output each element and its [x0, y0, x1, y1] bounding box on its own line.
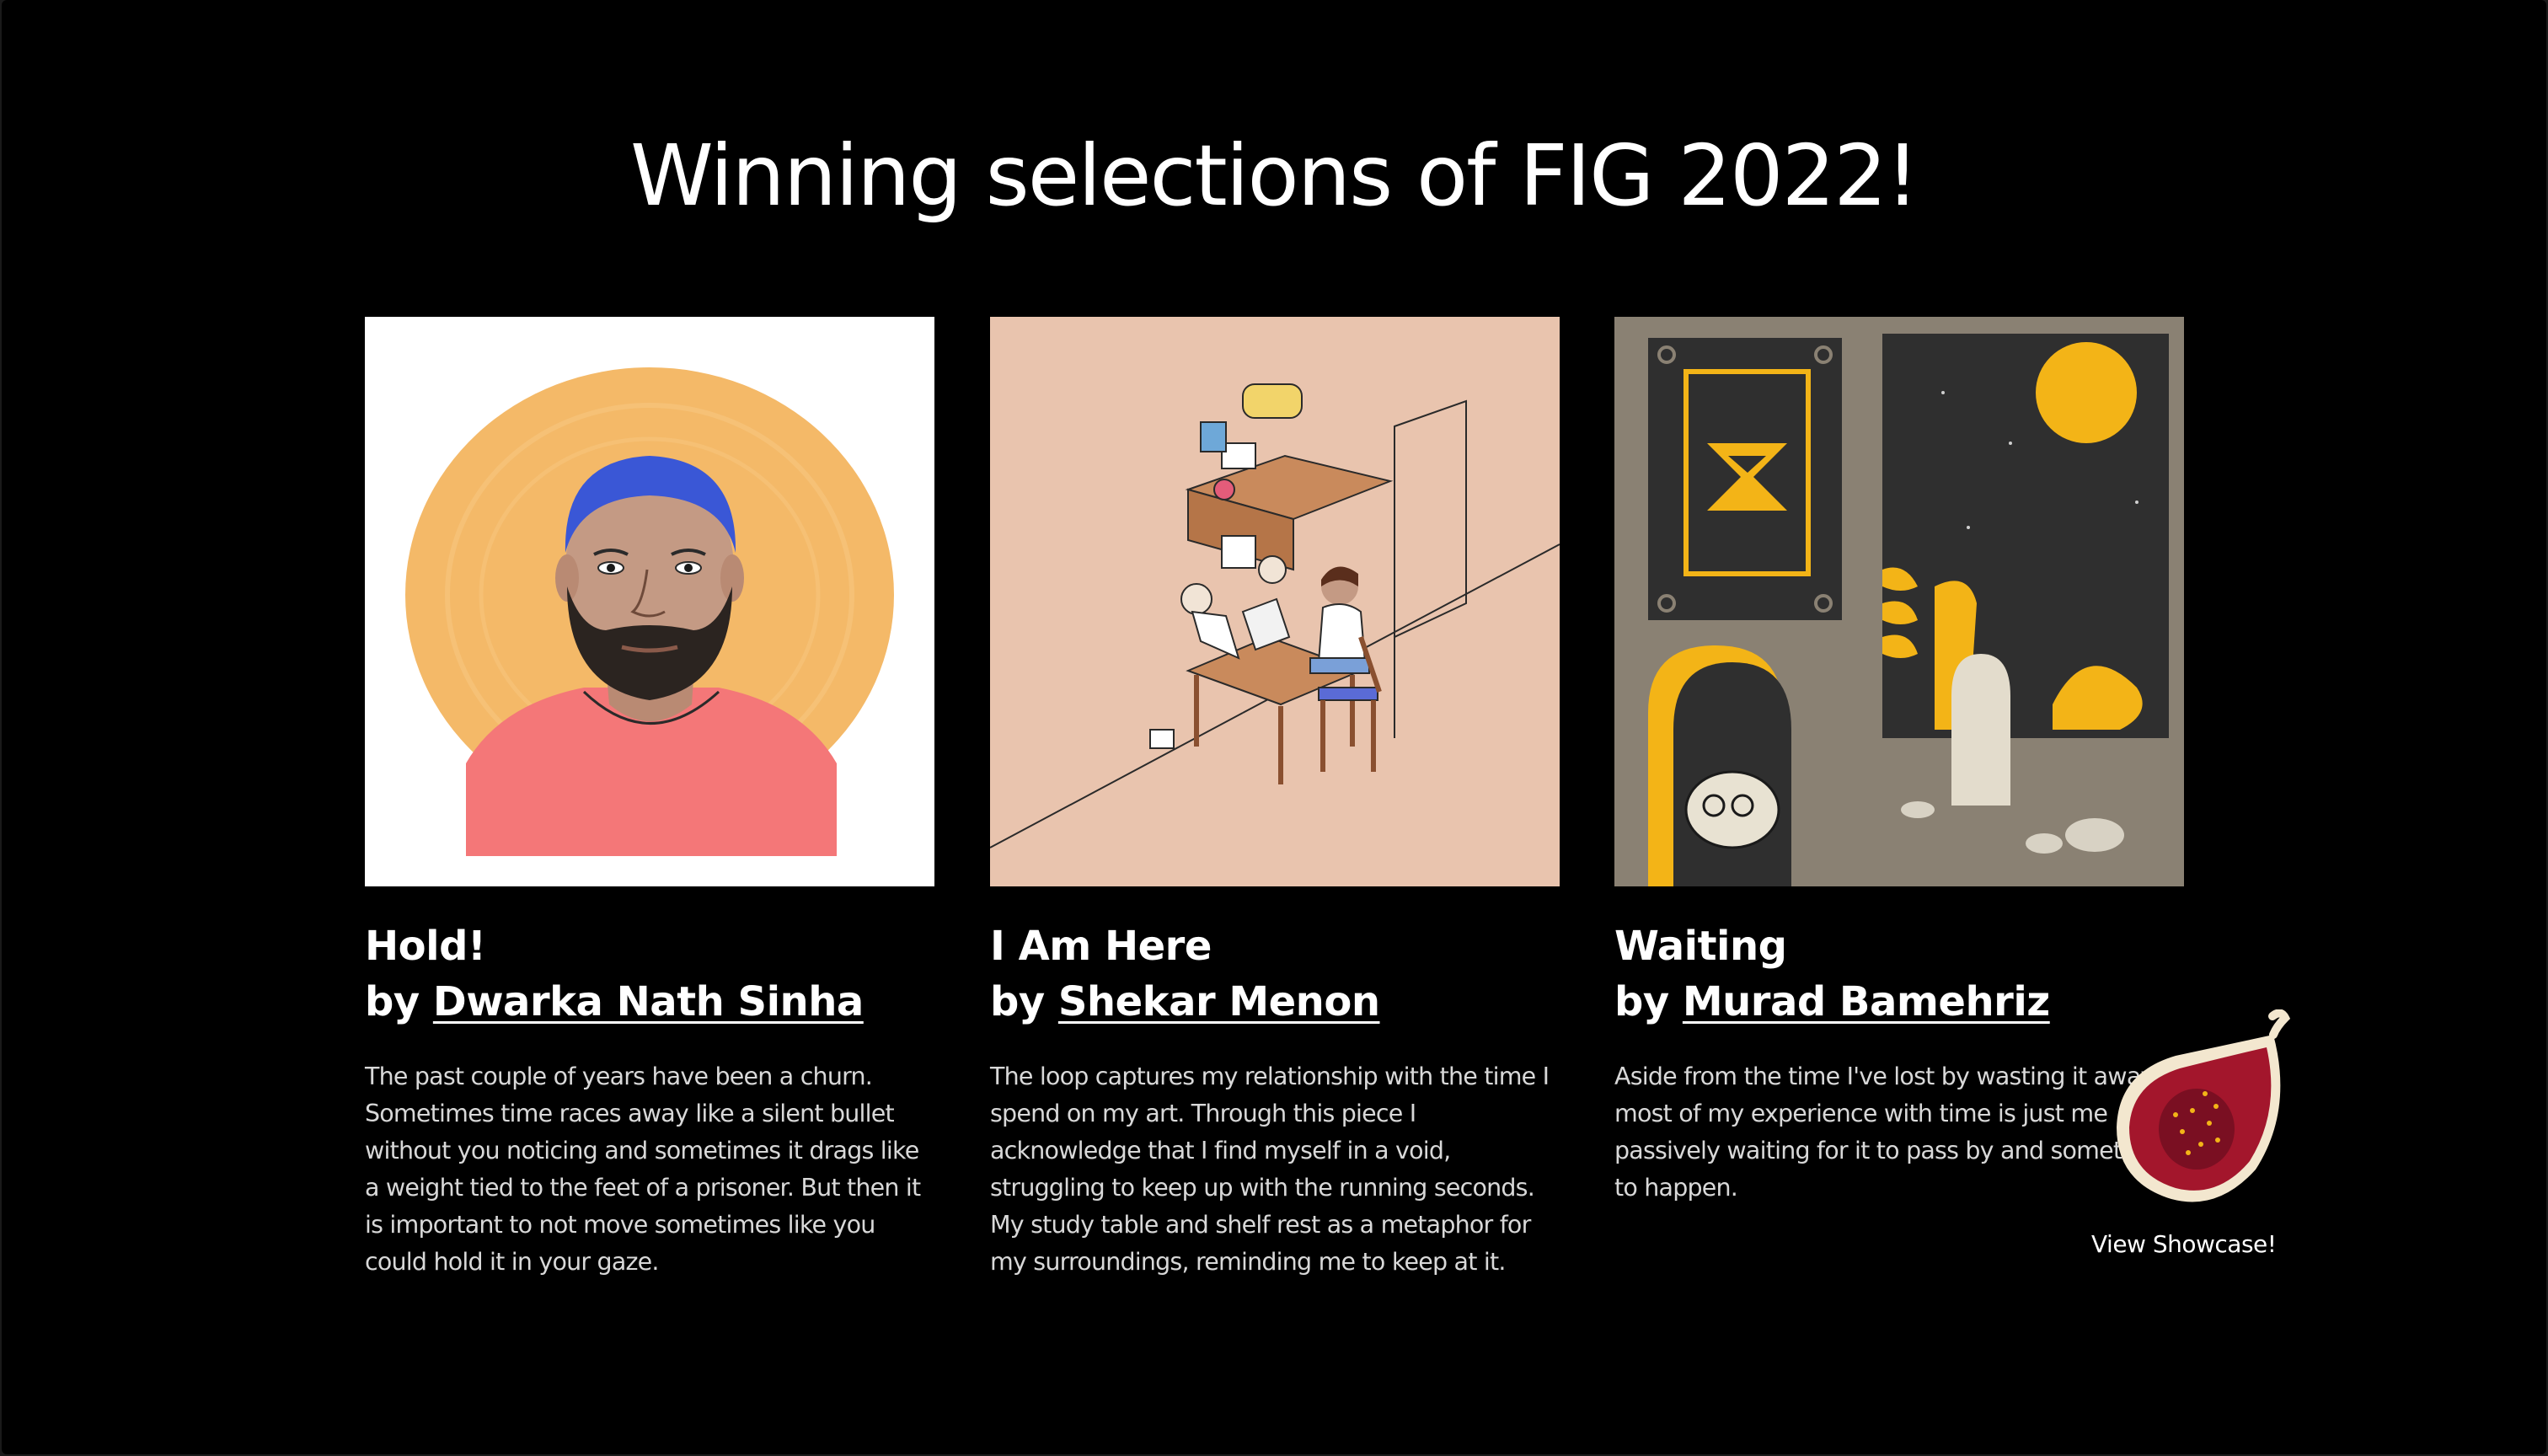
artist-link[interactable]: Murad Bamehriz [1683, 978, 2050, 1025]
artwork-image-hourglass[interactable] [1614, 317, 2184, 886]
page-title: Winning selections of FIG 2022! [629, 126, 1919, 225]
artwork-description: The past couple of years have been a chu… [365, 1063, 921, 1276]
artwork-title: I Am Here [990, 923, 1212, 970]
artist-byline: by Shekar Menon [990, 974, 1560, 1030]
view-showcase-label: View Showcase! [2091, 1230, 2277, 1258]
byline-prefix: by [365, 978, 433, 1025]
byline-prefix: by [990, 978, 1058, 1025]
byline-prefix: by [1614, 978, 1683, 1025]
artwork-card: Hold! by Dwarka Nath Sinha The past coup… [365, 317, 934, 1281]
artist-byline: by Dwarka Nath Sinha [365, 974, 934, 1030]
artist-link[interactable]: Dwarka Nath Sinha [433, 978, 864, 1025]
view-showcase-button[interactable]: View Showcase! [2091, 1009, 2310, 1271]
artist-link[interactable]: Shekar Menon [1058, 978, 1380, 1025]
artwork-title: Waiting [1614, 923, 1787, 970]
artwork-card: I Am Here by Shekar Menon The loop captu… [990, 317, 1560, 1281]
artwork-title: Hold! [365, 923, 486, 970]
artwork-image-portrait[interactable] [365, 317, 934, 886]
fig-fruit-icon [2117, 1009, 2291, 1202]
artwork-description: The loop captures my relationship with t… [990, 1063, 1550, 1276]
artwork-image-desk[interactable] [990, 317, 1560, 886]
page-frame: Winning selections of FIG 2022! Hold! by… [2, 0, 2546, 1454]
